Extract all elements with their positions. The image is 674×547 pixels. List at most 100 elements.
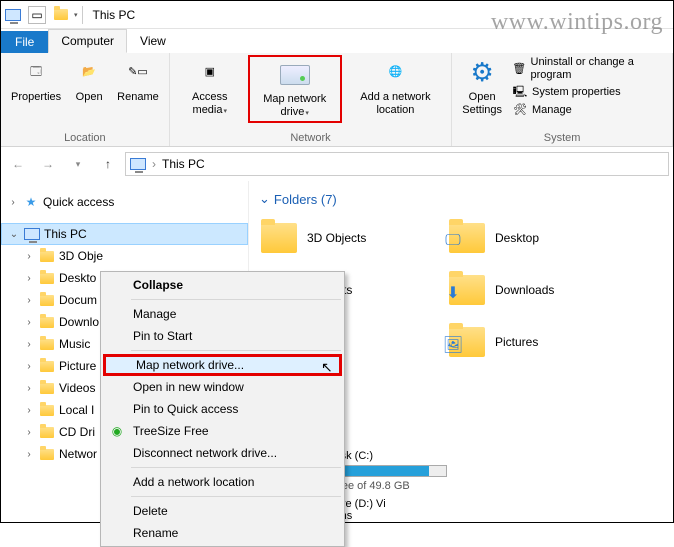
ribbon-group-network: ▣ Access media▾ Map network drive▾ 🌐 Add… [170,53,453,146]
ctx-treesize[interactable]: ◉ TreeSize Free [103,420,342,442]
manage-button[interactable]: 🛠 Manage [508,101,668,119]
rename-icon: ✎▭ [122,57,154,89]
nav-forward-button[interactable]: → [35,151,61,177]
expand-icon[interactable]: › [23,273,35,284]
sysprops-label: System properties [532,86,621,99]
uninstall-button[interactable]: 🗑Uninstall or change a program [508,55,668,83]
expand-icon[interactable]: › [23,251,35,262]
nav-item-label: 3D Obje [59,249,103,263]
window-title: This PC [93,8,136,22]
folder-icon: 🖼 [447,322,487,362]
expand-icon[interactable]: › [23,449,35,460]
ctx-disconnect-drive[interactable]: Disconnect network drive... [103,442,342,464]
manage-label: Manage [532,104,572,117]
access-media-button[interactable]: ▣ Access media▾ [174,55,246,119]
this-pc-label: This PC [44,227,87,241]
add-location-label: Add a network location [350,91,442,117]
app-icon [4,6,22,24]
folders-header-label: Folders (7) [274,192,337,207]
nav-this-pc[interactable]: ⌄ This PC [1,223,248,245]
uninstall-label: Uninstall or change a program [531,56,665,82]
chevron-right-icon[interactable]: › [152,157,156,171]
qat-properties-icon[interactable]: ▭ [28,6,46,24]
nav-item[interactable]: › 3D Obje [1,245,248,267]
ribbon-group-system: ⚙ Open Settings 🗑Uninstall or change a p… [452,53,673,146]
manage-icon: 🛠 [512,102,528,118]
qat-customize-icon[interactable]: ▾ [74,11,78,19]
rename-button[interactable]: ✎▭ Rename [111,55,165,106]
ctx-collapse[interactable]: Collapse [103,274,342,296]
folder-label: Desktop [495,231,539,245]
qat-newfolder-icon[interactable] [52,6,70,24]
expand-icon[interactable]: › [23,427,35,438]
folder-item[interactable]: 3D Objects [259,215,439,261]
open-settings-label: Open Settings [462,91,502,117]
expand-icon[interactable]: › [23,361,35,372]
ctx-collapse-label: Collapse [133,278,183,292]
folder-icon [39,446,55,462]
ctx-pin-quick-access[interactable]: Pin to Quick access [103,398,342,420]
folder-icon [259,218,299,258]
collapse-icon[interactable]: ⌄ [8,229,20,240]
chevron-down-icon[interactable]: ⌄ [259,191,270,207]
address-text[interactable]: This PC [162,157,205,171]
expand-icon[interactable]: › [23,383,35,394]
folder-item[interactable]: ⬇Downloads [447,267,627,313]
folder-icon [39,336,55,352]
uninstall-icon: 🗑 [512,61,527,77]
title-bar: ▭ ▾ This PC [1,1,673,29]
folder-item[interactable]: 🖵 Desktop [447,215,627,261]
expand-icon[interactable]: › [23,295,35,306]
folder-icon [39,270,55,286]
tab-computer[interactable]: Computer [48,29,127,53]
system-properties-button[interactable]: 🖳System properties [508,83,668,101]
folders-header[interactable]: ⌄ Folders (7) [259,191,673,207]
folder-item[interactable]: 🖼Pictures [447,319,627,365]
ctx-pin-start[interactable]: Pin to Start [103,325,342,347]
ctx-rename[interactable]: Rename [103,522,342,544]
nav-up-button[interactable]: ↑ [95,151,121,177]
ctx-manage[interactable]: Manage [103,303,342,325]
separator [131,299,341,300]
nav-item-label: Deskto [59,271,96,285]
open-button[interactable]: 📂 Open [67,55,111,106]
expand-icon[interactable]: › [23,339,35,350]
ribbon-tabs: File Computer View [1,29,673,53]
tab-view[interactable]: View [127,29,179,53]
ctx-treesize-label: TreeSize Free [133,424,209,438]
quick-access-label: Quick access [43,195,114,209]
nav-quick-access[interactable]: › ★ Quick access [1,191,248,213]
folder-label: Downloads [495,283,554,297]
nav-recent-button[interactable]: ▾ [65,151,91,177]
expand-icon[interactable]: › [23,317,35,328]
folder-icon [39,380,55,396]
add-network-location-button[interactable]: 🌐 Add a network location [344,55,448,119]
nav-item-label: Music [59,337,90,351]
separator [131,496,341,497]
context-menu: Collapse Manage Pin to Start Map network… [100,271,345,547]
ribbon: 🗔 Properties 📂 Open ✎▭ Rename Location ▣… [1,53,673,147]
nav-item-label: Downlo [59,315,99,329]
open-icon: 📂 [73,57,105,89]
expand-icon[interactable]: › [7,197,19,208]
expand-icon[interactable]: › [23,405,35,416]
ctx-delete[interactable]: Delete [103,500,342,522]
tab-file[interactable]: File [1,31,48,53]
nav-item-label: Networ [59,447,97,461]
group-label-location: Location [64,132,106,144]
folder-icon: 🖵 [447,218,487,258]
folder-icon [39,248,55,264]
folder-icon [39,314,55,330]
ctx-open-new-window[interactable]: Open in new window [103,376,342,398]
address-bar[interactable]: › This PC [125,152,669,176]
separator [131,467,341,468]
ctx-map-network-drive[interactable]: Map network drive... ↖ [103,354,342,376]
nav-back-button[interactable]: ← [5,151,31,177]
map-network-drive-button[interactable]: Map network drive▾ [248,55,342,123]
address-pc-icon [130,158,146,170]
ctx-add-network-location[interactable]: Add a network location [103,471,342,493]
folder-icon [39,358,55,374]
nav-item-label: Videos [59,381,95,395]
open-settings-button[interactable]: ⚙ Open Settings [456,55,508,119]
properties-button[interactable]: 🗔 Properties [5,55,67,106]
